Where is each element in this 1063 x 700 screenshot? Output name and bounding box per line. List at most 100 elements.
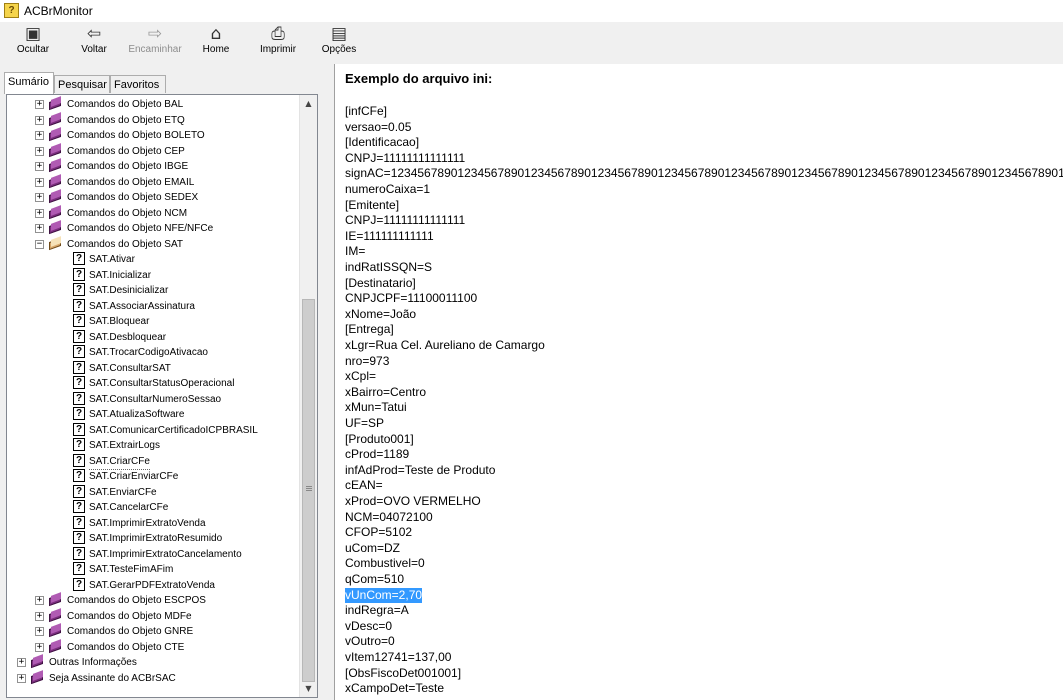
tree-item-label: SAT.CriarCFe <box>89 454 150 470</box>
book-icon <box>48 142 62 157</box>
ini-line: signAC=123456789012345678901234567890123… <box>345 166 1063 181</box>
expand-icon[interactable]: + <box>35 627 44 636</box>
tree-item-label: SAT.ExtrairLogs <box>89 440 160 451</box>
expand-icon[interactable]: + <box>35 224 44 233</box>
book-icon <box>48 158 62 173</box>
expand-icon[interactable]: + <box>17 673 26 683</box>
open-book-icon <box>48 235 62 250</box>
ini-line: xBairro=Centro <box>345 384 427 399</box>
ini-line: [ObsFiscoDet001001] <box>345 665 462 680</box>
expand-icon[interactable]: + <box>35 208 44 218</box>
tab-search[interactable]: Pesquisar <box>54 75 110 93</box>
help-topic-icon: ? <box>73 407 85 420</box>
tree-item-label: SAT.ConsultarSAT <box>89 362 171 374</box>
expand-icon[interactable]: + <box>35 642 44 652</box>
tree-item-label: Comandos do Objeto EMAIL <box>67 176 195 188</box>
tree-item-label: SAT.Ativar <box>89 254 135 265</box>
tree-item-label: SAT.AssociarAssinatura <box>89 300 195 312</box>
scrollbar-thumb[interactable] <box>302 299 315 682</box>
book-icon <box>48 607 62 622</box>
help-topic-icon: ? <box>73 453 85 467</box>
tree-item-label: Seja Assinante do ACBrSAC <box>49 672 176 684</box>
ini-line: vItem12741=137,00 <box>345 650 452 664</box>
ini-line: xCampoDet=Teste <box>345 681 445 696</box>
tree-item-label: Comandos do Objeto ESCPOS <box>67 595 206 606</box>
ini-line: IE=111111111111 <box>345 228 434 243</box>
home-button[interactable]: ⌂ Home <box>194 24 238 62</box>
scroll-up-icon[interactable]: ▲ <box>300 95 317 112</box>
expand-icon[interactable]: + <box>35 596 44 605</box>
ini-line: NCM=04072100 <box>345 509 433 524</box>
ini-line: nro=973 <box>345 353 390 368</box>
ini-line: numeroCaixa=1 <box>345 182 431 196</box>
tree-item-label: SAT.CancelarCFe <box>89 502 169 513</box>
print-button[interactable]: ⎙ Imprimir <box>252 24 304 62</box>
options-button-label: Opções <box>321 44 357 55</box>
window-title: ACBrMonitor <box>24 4 93 18</box>
tab-favorites[interactable]: Favoritos <box>110 75 166 93</box>
ini-line: cEAN= <box>345 478 383 493</box>
help-topic-icon: ? <box>73 515 85 529</box>
scrollbar-grip <box>306 486 312 487</box>
tree-scrollbar[interactable]: ▲ ▼ <box>299 95 317 697</box>
tree-item-label: Comandos do Objeto ETQ <box>67 114 185 126</box>
ini-line: [Produto001] <box>345 431 414 446</box>
ini-line: [Destinatario] <box>345 275 416 290</box>
back-button[interactable]: ⇦ Voltar <box>70 24 118 62</box>
expand-icon[interactable]: + <box>35 131 44 140</box>
ini-line: vOutro=0 <box>345 634 395 649</box>
expand-icon[interactable]: + <box>17 658 26 667</box>
ini-line: CNPJCPF=11100011100 <box>345 291 478 306</box>
expand-icon[interactable]: + <box>35 611 44 621</box>
ini-line: xCpl= <box>345 369 377 384</box>
tree-item-label: Comandos do Objeto IBGE <box>67 161 189 172</box>
tree-item-label: SAT.EnviarCFe <box>89 486 157 498</box>
scroll-down-icon[interactable]: ▼ <box>300 680 317 697</box>
ini-line: [Identificacao] <box>345 135 420 150</box>
collapse-icon[interactable]: − <box>35 239 44 249</box>
print-button-label: Imprimir <box>259 44 297 55</box>
tree-item-label: SAT.ConsultarNumeroSessao <box>89 393 222 405</box>
title-bar: ? ACBrMonitor <box>0 0 1063 23</box>
tree-item-label: Comandos do Objeto MDFe <box>67 610 192 622</box>
help-topic-icon: ? <box>73 562 85 575</box>
help-topic-icon: ? <box>73 391 85 405</box>
forward-button-label: Encaminhar <box>128 44 182 55</box>
book-icon <box>30 654 44 669</box>
expand-icon[interactable]: + <box>35 100 44 109</box>
tree-item-label: SAT.ImprimirExtratoCancelamento <box>89 548 242 560</box>
book-icon <box>48 623 62 638</box>
tree-item-label: Comandos do Objeto CEP <box>67 145 185 157</box>
ini-line: IM= <box>345 244 366 259</box>
help-topic-icon: ? <box>73 360 85 374</box>
options-button[interactable]: ▤ Opções <box>316 24 362 62</box>
home-button-label: Home <box>202 44 230 55</box>
home-icon: ⌂ <box>210 24 222 44</box>
book-icon <box>48 638 62 653</box>
expand-icon[interactable]: + <box>35 115 44 125</box>
expand-icon[interactable]: + <box>35 162 44 171</box>
expand-icon[interactable]: + <box>35 177 44 187</box>
forward-button[interactable]: ⇨ Encaminhar <box>122 24 188 62</box>
help-topic-icon: ? <box>73 500 85 513</box>
tree-item-label: SAT.GerarPDFExtratoVenda <box>89 579 215 591</box>
tab-summary[interactable]: Sumário <box>4 72 54 94</box>
navigation-pane: Sumário Pesquisar Favoritos + Comandos do… <box>0 64 324 700</box>
book-icon <box>30 669 44 684</box>
expand-icon[interactable]: + <box>35 193 44 202</box>
tree-item-label: Comandos do Objeto CTE <box>67 641 185 653</box>
tree-item-label: SAT.CriarEnviarCFe <box>89 471 179 482</box>
ini-line: cProd=1189 <box>345 447 410 462</box>
help-topic-icon: ? <box>73 546 85 560</box>
book-icon <box>48 592 62 607</box>
pane-splitter[interactable] <box>324 64 334 700</box>
help-topic-icon: ? <box>73 267 85 281</box>
ini-line: vDesc=0 <box>345 618 393 633</box>
help-topic-icon: ? <box>73 484 85 498</box>
expand-icon[interactable]: + <box>35 146 44 156</box>
app-help-icon: ? <box>4 3 19 18</box>
tree-item-label: Comandos do Objeto NFE/NFCe <box>67 223 214 234</box>
hide-button[interactable]: ▣ Ocultar <box>8 24 58 62</box>
book-icon <box>48 220 62 235</box>
ini-line: CFOP=5102 <box>345 525 413 540</box>
